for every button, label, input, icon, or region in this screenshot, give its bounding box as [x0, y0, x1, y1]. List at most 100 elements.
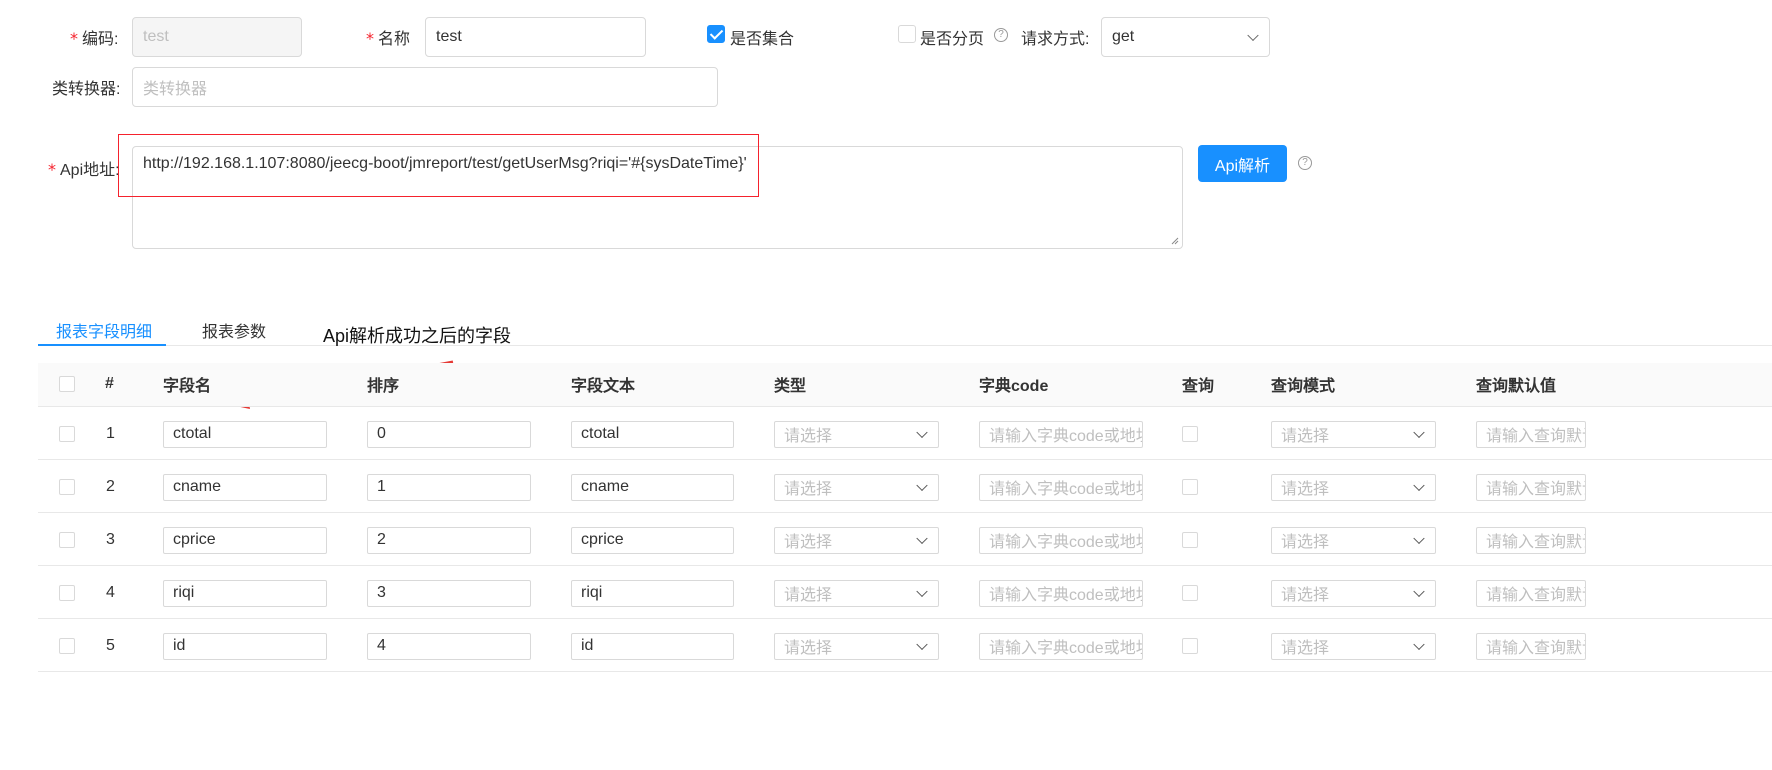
field-name-input[interactable]: riqi [163, 579, 327, 607]
chevron-down-icon [916, 532, 928, 545]
query-mode-select[interactable]: 请选择 [1271, 632, 1436, 660]
col-field-text: 字段文本 [571, 378, 636, 395]
query-mode-placeholder: 请选择 [1281, 534, 1330, 551]
dict-code-input[interactable]: 请输入字典code或地址 [979, 473, 1143, 501]
row-divider [38, 512, 1772, 513]
order-value: 4 [377, 637, 386, 654]
row-index: 1 [106, 424, 115, 442]
field-name-input[interactable]: cprice [163, 526, 327, 554]
chevron-down-icon [916, 479, 928, 492]
row-checkbox[interactable] [59, 478, 75, 495]
query-mode-select[interactable]: 请选择 [1271, 579, 1436, 607]
query-mode-placeholder: 请选择 [1281, 587, 1330, 604]
col-order: 排序 [367, 378, 400, 395]
field-name-value: cprice [173, 531, 216, 548]
row-checkbox[interactable] [59, 637, 75, 654]
order-input[interactable]: 2 [367, 526, 531, 554]
field-text-input[interactable]: cprice [571, 526, 734, 554]
order-input[interactable]: 1 [367, 473, 531, 501]
query-default-input[interactable]: 请输入查询默认值 [1476, 420, 1586, 448]
field-name-value: riqi [173, 584, 195, 601]
order-value: 1 [377, 478, 386, 495]
chevron-down-icon [916, 585, 928, 598]
row-index: 4 [106, 583, 115, 601]
field-text-value: id [581, 637, 594, 654]
dict-code-input[interactable]: 请输入字典code或地址 [979, 420, 1143, 448]
query-mode-select[interactable]: 请选择 [1271, 473, 1436, 501]
type-placeholder: 请选择 [784, 534, 833, 551]
query-mode-placeholder: 请选择 [1281, 640, 1330, 657]
type-placeholder: 请选择 [784, 640, 833, 657]
row-divider [38, 618, 1772, 619]
row-checkbox[interactable] [59, 584, 75, 601]
order-value: 0 [377, 425, 386, 442]
chevron-down-icon [1413, 638, 1425, 651]
col-index: # [105, 375, 114, 392]
order-input[interactable]: 3 [367, 579, 531, 607]
query-mode-select[interactable]: 请选择 [1271, 420, 1436, 448]
type-placeholder: 请选择 [784, 481, 833, 498]
col-query-mode: 查询模式 [1271, 378, 1336, 395]
type-select[interactable]: 请选择 [774, 526, 939, 554]
query-checkbox[interactable] [1182, 425, 1198, 442]
field-text-input[interactable]: cname [571, 473, 734, 501]
query-default-placeholder: 请输入查询默认值 [1486, 534, 1585, 551]
dict-code-input[interactable]: 请输入字典code或地址 [979, 526, 1143, 554]
dict-code-placeholder: 请输入字典code或地址 [989, 587, 1143, 604]
field-text-value: ctotal [581, 425, 620, 442]
field-text-value: riqi [581, 584, 603, 601]
row-checkbox[interactable] [59, 425, 75, 442]
field-text-value: cprice [581, 531, 624, 548]
type-placeholder: 请选择 [784, 428, 833, 445]
row-divider [38, 565, 1772, 566]
dict-code-input[interactable]: 请输入字典code或地址 [979, 579, 1143, 607]
field-text-input[interactable]: id [571, 632, 734, 660]
chevron-down-icon [1413, 479, 1425, 492]
dict-code-placeholder: 请输入字典code或地址 [989, 428, 1143, 445]
query-default-placeholder: 请输入查询默认值 [1486, 640, 1585, 657]
query-default-input[interactable]: 请输入查询默认值 [1476, 473, 1586, 501]
query-checkbox[interactable] [1182, 584, 1198, 601]
query-mode-select[interactable]: 请选择 [1271, 526, 1436, 554]
col-query-default: 查询默认值 [1476, 378, 1557, 395]
chevron-down-icon [1413, 532, 1425, 545]
col-query: 查询 [1182, 378, 1215, 395]
query-checkbox[interactable] [1182, 637, 1198, 654]
field-name-value: id [173, 637, 186, 654]
dict-code-placeholder: 请输入字典code或地址 [989, 534, 1143, 551]
query-checkbox[interactable] [1182, 531, 1198, 548]
row-index: 3 [106, 530, 115, 548]
query-checkbox[interactable] [1182, 478, 1198, 495]
type-select[interactable]: 请选择 [774, 579, 939, 607]
chevron-down-icon [1413, 426, 1425, 439]
type-select[interactable]: 请选择 [774, 632, 939, 660]
field-text-value: cname [581, 478, 630, 495]
field-name-input[interactable]: ctotal [163, 420, 327, 448]
select-all-checkbox[interactable] [59, 376, 75, 392]
query-default-input[interactable]: 请输入查询默认值 [1476, 579, 1586, 607]
field-name-input[interactable]: cname [163, 473, 327, 501]
col-dict-code: 字典code [979, 378, 1049, 395]
field-name-input[interactable]: id [163, 632, 327, 660]
query-mode-placeholder: 请选择 [1281, 428, 1330, 445]
order-value: 2 [377, 531, 386, 548]
row-checkbox[interactable] [59, 531, 75, 548]
row-index: 5 [106, 636, 115, 654]
query-default-input[interactable]: 请输入查询默认值 [1476, 632, 1586, 660]
field-name-value: ctotal [173, 425, 212, 442]
order-input[interactable]: 0 [367, 420, 531, 448]
order-input[interactable]: 4 [367, 632, 531, 660]
type-select[interactable]: 请选择 [774, 420, 939, 448]
dict-code-input[interactable]: 请输入字典code或地址 [979, 632, 1143, 660]
field-text-input[interactable]: ctotal [571, 420, 734, 448]
order-value: 3 [377, 584, 386, 601]
query-default-placeholder: 请输入查询默认值 [1486, 428, 1585, 445]
col-type: 类型 [774, 378, 807, 395]
query-default-input[interactable]: 请输入查询默认值 [1476, 526, 1586, 554]
row-divider [38, 459, 1772, 460]
field-text-input[interactable]: riqi [571, 579, 734, 607]
col-field-name: 字段名 [163, 378, 212, 395]
query-default-placeholder: 请输入查询默认值 [1486, 481, 1585, 498]
type-select[interactable]: 请选择 [774, 473, 939, 501]
field-name-value: cname [173, 478, 222, 495]
